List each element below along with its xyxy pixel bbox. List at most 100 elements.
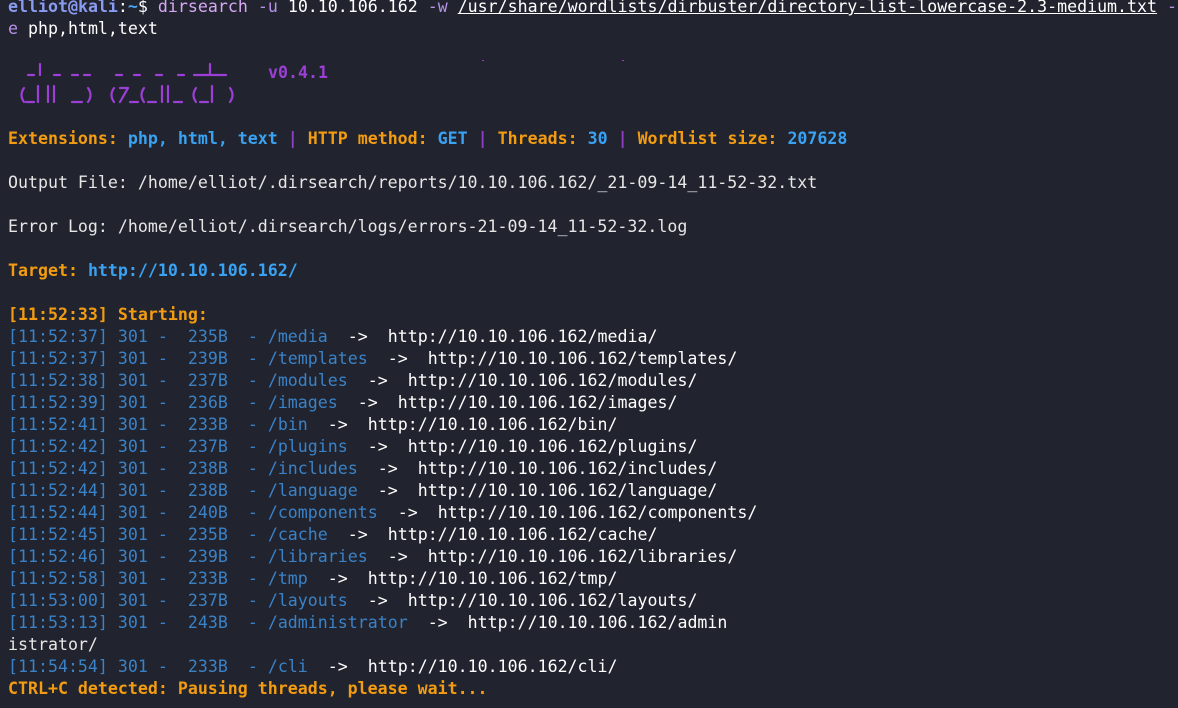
result-row: [11:52:44] 301 - 238B - /language -> htt… [8,480,717,502]
result-path: /libraries [267,547,368,566]
result-redirect-url[interactable]: http://10.10.106.162/templates/ [428,349,738,368]
result-path: /layouts [267,591,348,610]
result-size: 237B [187,371,228,390]
result-dash: - [157,503,168,522]
result-status: 301 [117,459,148,478]
result-status: 301 [117,371,148,390]
flag-w: -w [427,0,448,16]
redirect-arrow: -> [327,415,348,434]
result-dash: - [157,437,168,456]
result-time: [11:52:42] [8,437,108,456]
command-name: dirsearch [157,0,248,16]
wordlist-size-label: Wordlist size: [637,129,778,148]
result-row: [11:52:39] 301 - 236B - /images -> http:… [8,392,677,414]
result-redirect-url[interactable]: http://10.10.106.162/language/ [418,481,718,500]
redirect-arrow: -> [397,503,418,522]
result-redirect-url[interactable]: http://10.10.106.162/modules/ [408,371,698,390]
prompt-separator: : [117,0,128,16]
result-dash: - [157,525,168,544]
result-path: /images [267,393,338,412]
result-dash: - [247,503,258,522]
result-row: [11:52:37] 301 - 235B - /media -> http:/… [8,326,657,348]
result-redirect-url[interactable]: http://10.10.106.162/images/ [398,393,678,412]
result-redirect-url[interactable]: http://10.10.106.162/admin [468,613,728,632]
redirect-arrow: -> [327,657,348,676]
result-size: 239B [187,547,228,566]
result-time: [11:52:46] [8,547,108,566]
wordlist-arg: /usr/share/wordlists/dirbuster/directory… [457,0,1158,16]
result-redirect-url[interactable]: http://10.10.106.162/layouts/ [408,591,698,610]
result-path: /templates [267,349,368,368]
result-status: 301 [117,481,148,500]
result-redirect-url[interactable]: http://10.10.106.162/libraries/ [428,547,738,566]
method-label: HTTP method: [307,129,428,148]
result-redirect-url[interactable]: http://10.10.106.162/bin/ [368,415,618,434]
banner-dot [622,60,624,61]
threads-value: 30 [587,129,608,148]
result-dash: - [247,437,258,456]
result-dash: - [247,349,258,368]
result-dash: - [157,547,168,566]
result-redirect-url[interactable]: http://10.10.106.162/components/ [438,503,758,522]
redirect-arrow: -> [427,613,448,632]
result-path: /media [267,327,328,346]
result-status: 301 [117,349,148,368]
redirect-arrow: -> [377,459,398,478]
wrapped-url-continuation: istrator/ [8,635,98,654]
result-row: [11:53:00] 301 - 237B - /layouts -> http… [8,590,697,612]
result-redirect-url[interactable]: http://10.10.106.162/plugins/ [408,437,698,456]
prompt-user: elliot [8,0,68,16]
result-redirect-url[interactable]: http://10.10.106.162/cli/ [368,657,618,676]
result-path: /bin [267,415,308,434]
result-status: 301 [117,437,148,456]
result-dash: - [247,415,258,434]
prompt-at: @ [67,0,78,16]
redirect-arrow: -> [377,481,398,500]
terminal-window[interactable]: elliot@kali:~$ dirsearch -u 10.10.106.16… [0,0,1178,708]
result-row: [11:52:41] 301 - 233B - /bin -> http://1… [8,414,618,436]
result-time: [11:52:37] [8,349,108,368]
result-status: 301 [117,613,148,632]
result-status: 301 [117,503,148,522]
result-redirect-url[interactable]: http://10.10.106.162/includes/ [418,459,718,478]
result-path: /cache [267,525,328,544]
result-redirect-url[interactable]: http://10.10.106.162/cache/ [388,525,658,544]
result-dash: - [157,349,168,368]
result-size: 233B [187,569,228,588]
redirect-arrow: -> [327,569,348,588]
result-size: 237B [187,437,228,456]
prompt-host: kali [77,0,118,16]
result-redirect-url[interactable]: http://10.10.106.162/media/ [388,327,658,346]
result-time: [11:52:41] [8,415,108,434]
result-dash: - [247,591,258,610]
result-dash: - [157,327,168,346]
threads-label: Threads: [497,129,578,148]
result-status: 301 [117,525,148,544]
result-dash: - [247,371,258,390]
config-line: Extensions: php, html, text | HTTP metho… [8,128,847,150]
result-time: [11:52:39] [8,393,108,412]
result-size: 237B [187,591,228,610]
result-row: [11:53:13] 301 - 243B - /administrator -… [8,612,727,634]
result-path: /plugins [267,437,348,456]
result-row: [11:54:54] 301 - 233B - /cli -> http://1… [8,656,618,678]
result-status: 301 [117,547,148,566]
redirect-arrow: -> [367,591,388,610]
result-redirect-url[interactable]: http://10.10.106.162/tmp/ [368,569,618,588]
result-status: 301 [117,327,148,346]
version-label: v0.4.1 [268,63,328,82]
result-time: [11:53:13] [8,613,108,632]
result-dash: - [157,415,168,434]
result-dash: - [247,393,258,412]
ctrl-c-message: CTRL+C detected: Pausing threads, please… [8,679,488,698]
result-path: /administrator [267,613,408,632]
result-time: [11:53:00] [8,591,108,610]
result-dash: - [157,569,168,588]
redirect-arrow: -> [367,371,388,390]
result-dash: - [247,547,258,566]
result-time: [11:52:38] [8,371,108,390]
result-dash: - [247,525,258,544]
result-row: [11:52:42] 301 - 238B - /includes -> htt… [8,458,717,480]
result-size: 236B [187,393,228,412]
dirsearch-logo-icon [20,62,234,104]
